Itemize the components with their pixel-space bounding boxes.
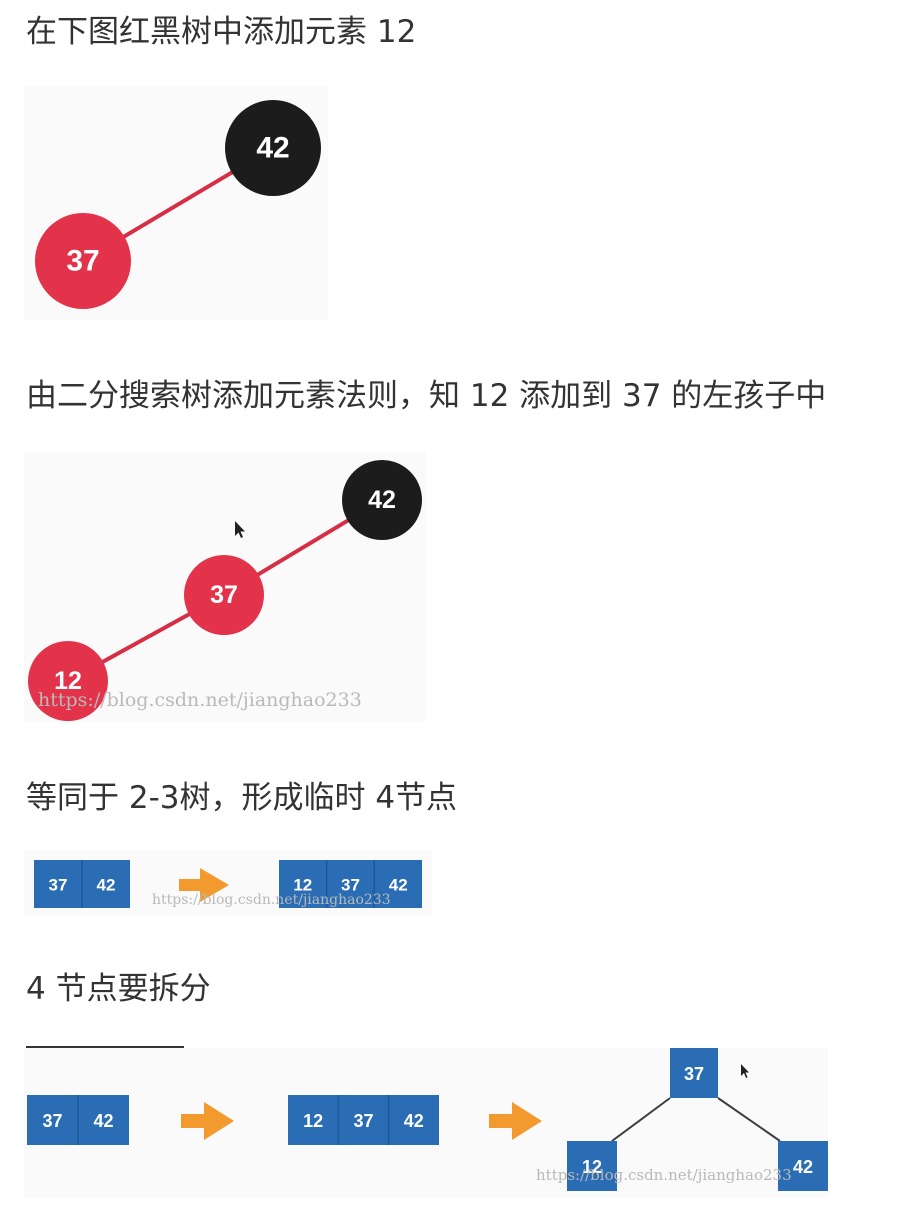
node-box-12-37-42: 12 37 42 bbox=[288, 1095, 439, 1145]
node-box-37-42: 37 42 bbox=[27, 1095, 129, 1145]
watermark: https://blog.csdn.net/jianghao233 bbox=[536, 1166, 792, 1184]
heading-split-4-node: 4 节点要拆分 bbox=[26, 971, 211, 1007]
node-42: 42 bbox=[225, 100, 321, 196]
figure-2-3-equivalent: 37 42 12 37 42 https://blog.csdn.net/jia… bbox=[24, 850, 432, 916]
key-37: 37 bbox=[49, 876, 68, 895]
node-42: 42 bbox=[342, 460, 422, 540]
key-42: 42 bbox=[93, 1111, 113, 1131]
figure-after-insert: 42 37 12 https://blog.csdn.net/jianghao2… bbox=[24, 452, 426, 722]
key-37: 37 bbox=[684, 1064, 704, 1084]
node-box-37-42: 37 42 bbox=[34, 860, 130, 908]
tree-node-37: 37 bbox=[670, 1048, 718, 1098]
heading-bst-insert-rule: 由二分搜索树添加元素法则，知 12 添加到 37 的左孩子中 bbox=[26, 378, 827, 414]
node-42-label: 42 bbox=[256, 132, 289, 165]
figure-initial-tree: 42 37 bbox=[24, 86, 328, 320]
key-37: 37 bbox=[42, 1111, 62, 1131]
heading-temp-4-node: 等同于 2-3树，形成临时 4节点 bbox=[26, 780, 458, 816]
node-42-label: 42 bbox=[368, 486, 396, 514]
node-37: 37 bbox=[184, 555, 264, 635]
node-37-label: 37 bbox=[66, 245, 99, 278]
figure-4-node-split: 37 42 12 37 42 37 12 42 https://blog.csd… bbox=[24, 1048, 828, 1198]
watermark: https://blog.csdn.net/jianghao233 bbox=[38, 689, 362, 711]
key-42: 42 bbox=[97, 876, 116, 895]
key-42: 42 bbox=[404, 1111, 424, 1131]
key-42: 42 bbox=[793, 1157, 813, 1177]
node-37-label: 37 bbox=[210, 581, 238, 609]
key-42: 42 bbox=[389, 876, 408, 895]
watermark: https://blog.csdn.net/jianghao233 bbox=[152, 892, 391, 908]
heading-add-12: 在下图红黑树中添加元素 12 bbox=[26, 14, 417, 50]
key-12: 12 bbox=[303, 1111, 323, 1131]
node-37: 37 bbox=[35, 213, 131, 309]
key-37: 37 bbox=[353, 1111, 373, 1131]
